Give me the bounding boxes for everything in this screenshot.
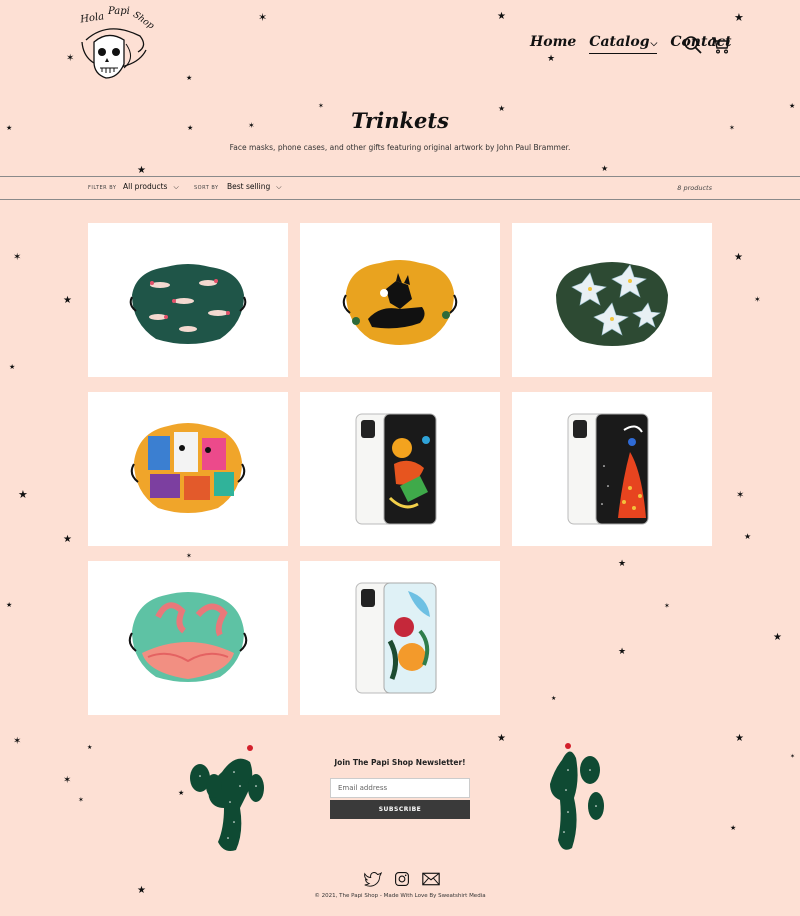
product-card-flamingo-mask[interactable] bbox=[88, 561, 288, 715]
star-decoration: ✶ bbox=[754, 295, 761, 304]
chevron-down-icon: ⌵ bbox=[173, 183, 179, 191]
sort-label: SORT BY bbox=[194, 185, 219, 191]
nav-catalog-link[interactable]: Catalog⌵ bbox=[589, 34, 658, 54]
instagram-icon[interactable] bbox=[393, 871, 411, 887]
star-decoration: ✶ bbox=[13, 736, 22, 747]
email-icon[interactable] bbox=[422, 871, 440, 887]
filter-sort-bar: FILTER BY All products ⌵ SORT BY Best sel… bbox=[0, 176, 800, 200]
flower-mask-image bbox=[556, 262, 668, 346]
star-decoration: ★ bbox=[551, 695, 557, 702]
star-decoration: ★ bbox=[618, 559, 627, 569]
star-decoration: ✶ bbox=[736, 490, 745, 501]
product-card-peacock-case[interactable] bbox=[512, 392, 712, 546]
flamingo-mask-image bbox=[128, 592, 248, 682]
star-decoration: ★ bbox=[730, 824, 737, 832]
nav-home-link[interactable]: Home bbox=[530, 34, 576, 50]
email-input[interactable] bbox=[330, 778, 470, 798]
collection-description: Face masks, phone cases, and other gifts… bbox=[229, 143, 571, 152]
star-decoration: ✶ bbox=[13, 252, 22, 263]
star-decoration: ★ bbox=[601, 164, 609, 173]
twitter-icon[interactable] bbox=[364, 871, 382, 887]
newsletter-title: Join The Papi Shop Newsletter! bbox=[334, 758, 466, 767]
nav-catalog-label: Catalog bbox=[589, 34, 650, 50]
copyright-text: © 2021, The Papi Shop - Made With Love B… bbox=[314, 893, 486, 899]
star-decoration: ★ bbox=[18, 488, 28, 501]
star-decoration: ★ bbox=[734, 252, 743, 263]
star-decoration: ✶ bbox=[664, 602, 670, 610]
product-count: 8 products bbox=[677, 184, 712, 192]
star-decoration: ★ bbox=[6, 601, 13, 609]
subscribe-button[interactable]: SUBSCRIBE bbox=[330, 800, 470, 819]
star-decoration: ★ bbox=[87, 744, 93, 751]
filter-select[interactable]: All products ⌵ bbox=[123, 182, 179, 192]
svg-text:Shop: Shop bbox=[131, 10, 156, 32]
peacock-case-image bbox=[567, 413, 649, 525]
axolotl-mask-image bbox=[129, 264, 247, 344]
svg-text:Hola: Hola bbox=[79, 11, 105, 25]
animals-mask-image bbox=[130, 423, 246, 513]
collection-title: Trinkets bbox=[351, 108, 449, 133]
star-decoration: ✶ bbox=[186, 552, 192, 560]
site-header: Hola Papi Shop Home Catalog⌵ Contact bbox=[0, 0, 800, 95]
product-card-animals-mask[interactable] bbox=[88, 392, 288, 546]
skull-sombrero-logo[interactable]: Hola Papi Shop bbox=[78, 2, 158, 82]
product-card-pomegranate-case[interactable] bbox=[300, 561, 500, 715]
star-decoration: ★ bbox=[9, 363, 16, 371]
star-decoration: ★ bbox=[744, 532, 752, 541]
star-decoration: ✶ bbox=[78, 796, 84, 804]
chevron-down-icon: ⌵ bbox=[276, 183, 282, 191]
product-card-axolotl-mask[interactable] bbox=[88, 223, 288, 377]
pomegranate-case-image bbox=[355, 582, 437, 694]
filter-label: FILTER BY bbox=[88, 185, 117, 191]
dog-mask-image bbox=[342, 260, 458, 345]
star-decoration: ✶ bbox=[63, 775, 72, 786]
star-decoration: ★ bbox=[618, 647, 627, 657]
sort-select[interactable]: Best selling ⌵ bbox=[227, 182, 282, 192]
product-card-flower-mask[interactable] bbox=[512, 223, 712, 377]
star-decoration: ★ bbox=[773, 632, 782, 643]
filter-value: All products bbox=[123, 182, 168, 191]
product-card-dog-mask[interactable] bbox=[300, 223, 500, 377]
star-decoration: ★ bbox=[63, 295, 72, 306]
hummingbird-case-image bbox=[355, 413, 437, 525]
chevron-down-icon: ⌵ bbox=[650, 39, 658, 49]
star-decoration: ★ bbox=[497, 733, 506, 744]
product-card-hummingbird-case[interactable] bbox=[300, 392, 500, 546]
sort-value: Best selling bbox=[227, 182, 271, 191]
star-decoration: ★ bbox=[137, 165, 146, 176]
svg-text:Papi: Papi bbox=[107, 6, 130, 17]
star-decoration: ★ bbox=[63, 534, 72, 545]
star-decoration: ★ bbox=[735, 733, 744, 744]
search-icon[interactable] bbox=[683, 35, 703, 55]
cart-icon[interactable] bbox=[711, 35, 731, 55]
